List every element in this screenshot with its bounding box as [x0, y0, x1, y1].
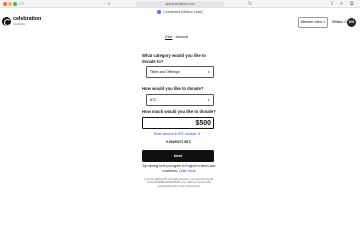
address-bar[interactable]: app.securityhtm.com [136, 1, 224, 7]
updown-chevron-icon: ⇕ [207, 98, 210, 102]
learn-more-link[interactable]: Learn More [179, 169, 196, 173]
logo-icon [2, 17, 11, 26]
member-view-label: Member View [300, 20, 322, 24]
breadcrumb: Give›Amount [165, 35, 188, 40]
category-question: What category would you like to donate t… [142, 53, 206, 64]
close-window-button[interactable] [3, 2, 7, 6]
share-icon[interactable]: ⇧ [330, 1, 334, 7]
logo-sub-text: CHURCH [13, 22, 26, 27]
new-tab-icon[interactable]: + [340, 1, 343, 7]
reload-icon[interactable]: ↻ [248, 1, 252, 7]
category-select-value: Tithes and Offerings [150, 70, 180, 74]
btc-amount-link-label: Enter amount in BTC instead [154, 132, 197, 136]
amount-input-value: $500 [195, 120, 211, 127]
shield-icon[interactable]: ◐ [108, 1, 111, 7]
next-button[interactable]: Next [142, 150, 214, 162]
connection-status-icon [157, 9, 162, 14]
updown-chevron-icon: ⇕ [322, 20, 326, 24]
logo-wordmark: celebration CHURCH [13, 17, 41, 26]
currency-select-value: BTC [150, 98, 157, 102]
amount-input[interactable]: $500 [142, 117, 214, 129]
sidebar-icon[interactable]: ▭ [19, 1, 24, 7]
currency-question: How would you like to donate? [142, 86, 204, 91]
updown-chevron-icon: ⇕ [207, 70, 210, 74]
maximize-window-button[interactable] [13, 2, 17, 6]
swap-icon: ⇅ [197, 132, 201, 136]
network-disclaimer: If you are gifting PYP or an ERC-20 toke… [144, 178, 214, 188]
avatar[interactable]: WG [347, 18, 356, 27]
breadcrumb-separator-icon: › [173, 35, 175, 39]
connection-banner: Connected (Motion Lidar) [0, 8, 360, 15]
member-view-dropdown[interactable]: Member View⇕ [298, 17, 328, 28]
tabs-overview-icon[interactable]: ⧉ [350, 1, 354, 7]
terms-notice: By clicking next you agree to Engiven's … [142, 164, 216, 174]
btc-estimate: 0.00490271 BTC [166, 140, 192, 144]
church-logo[interactable]: celebration CHURCH [2, 17, 41, 26]
minimize-window-button[interactable] [8, 2, 12, 6]
currency-select[interactable]: BTC ⇕ [146, 94, 214, 106]
browser-toolbar: ▭ ◐ app.securityhtm.com ↻ ⇧ + ⧉ [0, 0, 360, 8]
connection-status-text: Connected (Motion Lidar) [163, 9, 203, 14]
breadcrumb-current: Amount [175, 35, 188, 39]
btc-amount-link[interactable]: Enter amount in BTC instead ⇅ [154, 132, 200, 137]
page: ▭ ◐ app.securityhtm.com ↻ ⇧ + ⧉ Connecte… [0, 0, 360, 202]
category-select[interactable]: Tithes and Offerings ⇕ [146, 66, 214, 78]
amount-question: How much would you like to donate? [142, 109, 216, 114]
user-name-label: William G [332, 20, 347, 24]
breadcrumb-give-link[interactable]: Give [165, 35, 172, 39]
